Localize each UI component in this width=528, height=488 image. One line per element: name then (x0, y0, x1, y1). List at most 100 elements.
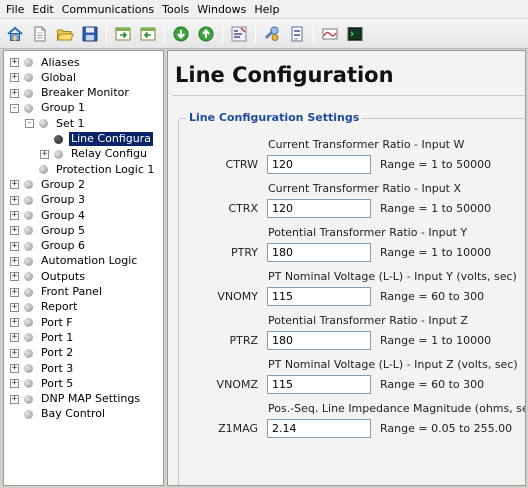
setting-description: PT Nominal Voltage (L-L) - Input Y (volt… (268, 270, 517, 283)
expand-icon[interactable]: + (10, 272, 19, 282)
tree-item[interactable]: + Aliases (10, 55, 82, 70)
report-icon[interactable] (286, 23, 308, 45)
tree-item[interactable]: - Group 1 (10, 101, 87, 116)
expand-icon[interactable]: + (10, 302, 19, 312)
tree-item[interactable]: + DNP MAP Settings (10, 392, 142, 407)
title-divider (172, 95, 525, 96)
expand-icon[interactable]: + (10, 226, 19, 236)
menu-help[interactable]: Help (250, 1, 283, 18)
menu-windows[interactable]: Windows (193, 1, 250, 18)
setting-ctrx: Current Transformer Ratio - Input X CTRX R… (168, 182, 525, 222)
expand-icon[interactable]: + (10, 211, 19, 220)
tree-item-label: Group 2 (41, 177, 85, 191)
tree-item[interactable]: + Automation Logic (10, 254, 139, 269)
menu-communications[interactable]: Communications (58, 1, 158, 18)
tree-item-label: Group 4 (41, 208, 85, 222)
setting-description: PT Nominal Voltage (L-L) - Input Z (volt… (268, 358, 518, 371)
tree-item-label: Protection Logic 1 (56, 162, 155, 176)
expand-icon[interactable]: + (10, 333, 19, 343)
tools-icon[interactable] (261, 23, 283, 45)
collapse-icon[interactable]: - (10, 103, 19, 113)
tree-item[interactable]: + Breaker Monitor (10, 86, 131, 101)
expand-icon[interactable]: + (10, 195, 19, 205)
tree-item[interactable]: + Group 5 (10, 223, 87, 238)
setting-tag: PTRY (230, 246, 258, 259)
tree-item[interactable]: Bay Control (10, 407, 107, 422)
import-icon[interactable] (112, 23, 134, 45)
tree-node-icon (24, 348, 33, 358)
tree-item[interactable]: + Group 2 (10, 177, 87, 192)
tree-item[interactable]: + Front Panel (10, 285, 104, 300)
tree-item[interactable]: + Group 3 (10, 193, 87, 208)
tree-item[interactable]: + Group 4 (10, 208, 87, 223)
expand-icon[interactable]: + (10, 348, 19, 358)
settings-tree-pane[interactable]: + Aliases + Global + Breaker Monitor - Group 1-… (3, 50, 164, 486)
toolbar-separator (255, 23, 256, 44)
setting-tag: PTRZ (229, 334, 258, 347)
setting-ctrw: Current Transformer Ratio - Input W CTRW R… (168, 138, 525, 178)
export-icon[interactable] (137, 23, 159, 45)
tree-item-label: Port 1 (41, 330, 74, 344)
tree-item[interactable]: + Outputs (10, 269, 87, 284)
expand-icon[interactable]: + (10, 256, 19, 266)
tree-item[interactable]: Protection Logic 1 (25, 162, 156, 177)
tree-item[interactable]: - Set 1 (25, 116, 87, 131)
tree-item[interactable]: + Group 6 (10, 239, 87, 254)
expand-icon[interactable]: + (10, 58, 19, 67)
tree-item-label: Port 3 (41, 361, 74, 375)
tree-item[interactable]: + Global (10, 70, 78, 85)
tree-item[interactable]: + Port 2 (10, 346, 75, 361)
menu-tools[interactable]: Tools (158, 1, 193, 18)
tree-node-icon (24, 272, 33, 282)
menu-file[interactable]: File (2, 1, 28, 18)
setting-value-input[interactable] (267, 331, 371, 350)
expand-icon[interactable]: + (10, 180, 19, 190)
setting-value-input[interactable] (267, 419, 371, 438)
waveform-icon[interactable] (319, 23, 341, 45)
expand-icon[interactable]: + (10, 287, 19, 297)
download-icon[interactable] (170, 23, 192, 45)
expand-icon[interactable]: + (10, 73, 19, 83)
tree-item[interactable]: + Report (10, 300, 79, 315)
expand-icon[interactable]: + (10, 364, 19, 373)
tree-node-icon (24, 88, 33, 98)
upload-icon[interactable] (195, 23, 217, 45)
expand-icon[interactable]: + (10, 379, 19, 389)
settings-compare-icon[interactable] (228, 23, 250, 45)
tree-item[interactable]: Line Configura (40, 132, 153, 147)
menu-edit[interactable]: Edit (28, 1, 57, 18)
setting-vnomy: PT Nominal Voltage (L-L) - Input Y (volt… (168, 270, 525, 310)
expand-icon[interactable]: + (10, 394, 19, 404)
expand-icon[interactable]: + (40, 149, 49, 159)
tree-item[interactable]: + Relay Configu (40, 147, 149, 162)
setting-range: Range = 1 to 50000 (380, 158, 492, 171)
open-folder-icon[interactable] (54, 23, 76, 45)
tree-item-label: Group 1 (41, 101, 85, 115)
setting-value-input[interactable] (267, 155, 371, 174)
expand-icon[interactable]: + (10, 241, 19, 251)
menu-bar: File Edit Communications Tools Windows H… (0, 0, 528, 19)
expand-icon[interactable]: + (10, 88, 19, 98)
setting-value-input[interactable] (267, 199, 371, 218)
save-disk-icon[interactable] (79, 23, 101, 45)
setting-range: Range = 60 to 300 (380, 290, 485, 303)
tree-item-label: Bay Control (41, 407, 106, 421)
terminal-icon[interactable] (344, 23, 366, 45)
section-title: Line Configuration Settings (186, 111, 363, 124)
tree-node-icon (24, 180, 33, 190)
setting-value-input[interactable] (267, 375, 371, 394)
tree-item[interactable]: + Port 3 (10, 361, 75, 376)
tree-item[interactable]: + Port 5 (10, 376, 75, 391)
collapse-icon[interactable]: - (25, 119, 34, 129)
setting-value-input[interactable] (267, 243, 371, 262)
setting-value-input[interactable] (267, 287, 371, 306)
home-icon[interactable] (4, 23, 26, 45)
new-file-icon[interactable] (29, 23, 51, 45)
tree-node-icon (24, 302, 33, 312)
expand-icon[interactable]: + (10, 318, 19, 328)
tree-item[interactable]: + Port 1 (10, 330, 75, 345)
tree-node-icon (24, 73, 33, 83)
tree-item[interactable]: + Port F (10, 315, 75, 330)
